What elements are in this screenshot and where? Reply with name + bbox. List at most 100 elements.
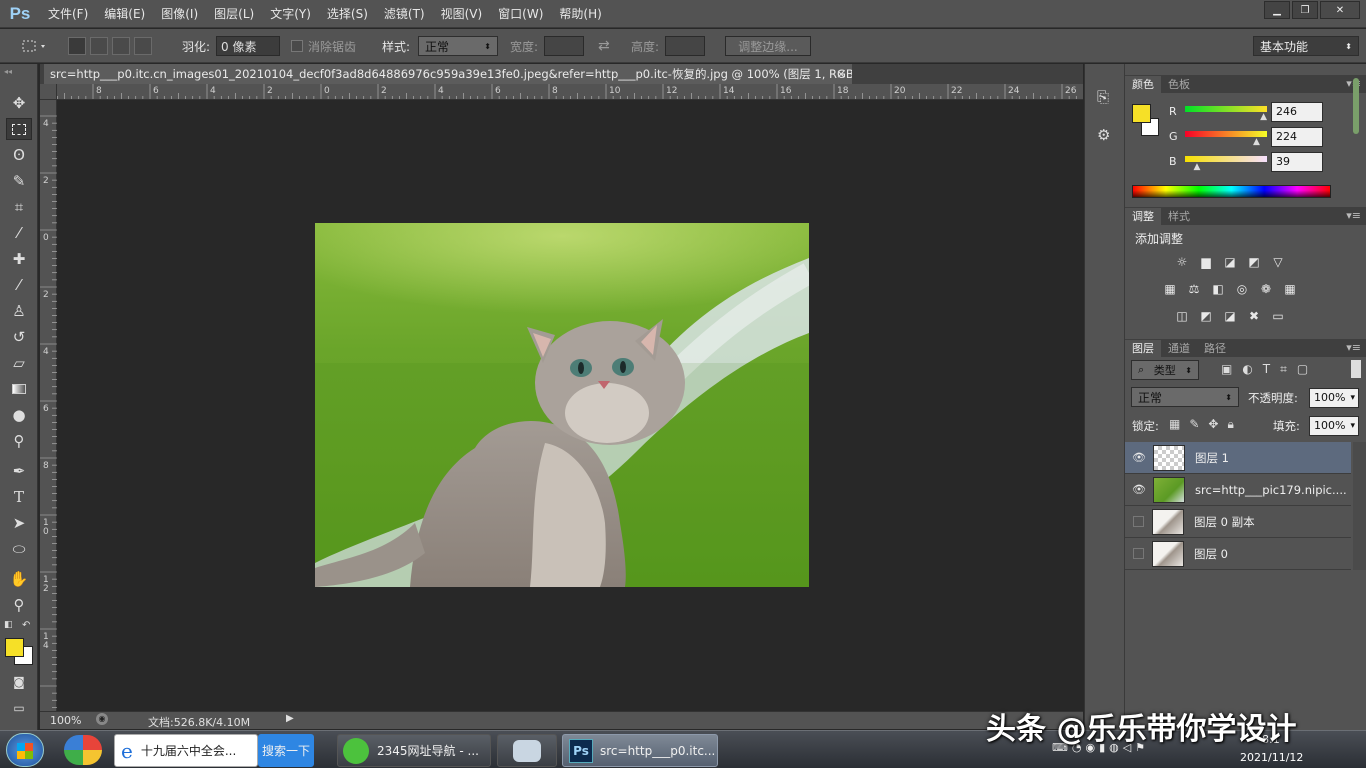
threshold-icon[interactable]: ◪ — [1221, 309, 1239, 323]
quick-select-tool-icon[interactable]: ✎ — [6, 170, 32, 192]
b-input[interactable]: 39 — [1271, 152, 1323, 172]
gradient-map-icon[interactable]: ▭ — [1269, 309, 1287, 323]
minimize-button[interactable]: ▁ — [1264, 1, 1290, 19]
tab-channels[interactable]: 通道 — [1161, 340, 1197, 357]
chevron-down-icon[interactable]: ▾ — [1350, 389, 1355, 407]
properties-panel-icon[interactable]: ⚙ — [1097, 126, 1110, 144]
add-selection-icon[interactable] — [90, 37, 108, 55]
feather-input[interactable]: 0 像素 — [216, 36, 280, 56]
eraser-tool-icon[interactable]: ▱ — [6, 352, 32, 374]
eye-icon[interactable]: 👁︎ — [1125, 483, 1153, 496]
document-tab[interactable]: src=http___p0.itc.cn_images01_20210104_d… — [44, 64, 852, 84]
history-panel-icon[interactable]: ⎘ — [1097, 88, 1109, 106]
invert-icon[interactable]: ◫ — [1173, 309, 1191, 323]
exposure-icon[interactable]: ◩ — [1245, 255, 1263, 269]
brush-tool-icon[interactable]: ⁄ — [6, 274, 32, 296]
marquee-tool-icon[interactable] — [6, 118, 32, 140]
pinned-app-icon[interactable] — [64, 735, 102, 765]
r-slider-thumb[interactable]: ▲ — [1260, 112, 1267, 122]
zoom-tool-icon[interactable]: ⚲ — [6, 594, 32, 616]
menu-layer[interactable]: 图层(L) — [206, 0, 262, 28]
b-slider-thumb[interactable]: ▲ — [1194, 162, 1201, 172]
menu-filter[interactable]: 滤镜(T) — [376, 0, 433, 28]
layer-row[interactable]: 👁︎ 图层 1 — [1125, 442, 1351, 474]
channel-mixer-icon[interactable]: ❁ — [1257, 282, 1275, 296]
antialias-checkbox[interactable] — [291, 40, 303, 52]
quick-mask-icon[interactable]: ◙ — [6, 671, 32, 693]
r-input[interactable]: 246 — [1271, 102, 1323, 122]
color-panel-scrollbar[interactable] — [1353, 78, 1359, 134]
tool-preset-picker[interactable] — [20, 29, 50, 63]
levels-icon[interactable]: ▆ — [1197, 255, 1215, 269]
layer-filter-dropdown[interactable]: ⌕ 类型 ⬍ — [1131, 360, 1199, 380]
ruler-origin[interactable] — [40, 84, 57, 100]
layer-row[interactable]: 图层 0 副本 — [1125, 506, 1351, 538]
clone-stamp-tool-icon[interactable]: ♙ — [6, 300, 32, 322]
height-input[interactable] — [665, 36, 705, 56]
g-input[interactable]: 224 — [1271, 127, 1323, 147]
swap-icon[interactable]: ⇄ — [598, 29, 610, 63]
start-button[interactable] — [6, 733, 44, 767]
task-photoshop[interactable]: Ps src=http___p0.itc... — [562, 734, 718, 767]
crop-tool-icon[interactable]: ⌗ — [6, 196, 32, 218]
brightness-icon[interactable]: ☼ — [1173, 255, 1191, 269]
eyedropper-tool-icon[interactable]: ⁄ — [6, 222, 32, 244]
layer-row[interactable]: 图层 0 — [1125, 538, 1351, 570]
workspace-dropdown[interactable]: 基本功能 ⬍ — [1253, 36, 1359, 56]
posterize-icon[interactable]: ◩ — [1197, 309, 1215, 323]
foreground-color-swatch[interactable] — [1132, 104, 1151, 123]
path-select-tool-icon[interactable]: ➤ — [6, 512, 32, 534]
filter-toggle[interactable] — [1351, 360, 1361, 378]
zoom-level[interactable]: 100% — [50, 714, 81, 727]
status-arrow-icon[interactable]: ▶ — [286, 713, 294, 724]
status-info-icon[interactable]: ◉ — [96, 713, 108, 725]
canvas-area[interactable] — [57, 101, 1083, 711]
selective-color-icon[interactable]: ✖ — [1245, 309, 1263, 323]
layer-row[interactable]: 👁︎ src=http___pic179.nipic.... — [1125, 474, 1351, 506]
eye-icon[interactable]: 👁︎ — [1125, 451, 1153, 464]
search-button[interactable]: 搜索一下 — [258, 734, 314, 767]
move-tool-icon[interactable]: ✥ — [6, 92, 32, 114]
color-lookup-icon[interactable]: ▦ — [1281, 282, 1299, 296]
g-slider-thumb[interactable]: ▲ — [1253, 137, 1260, 147]
opacity-input[interactable]: 100% ▾ — [1309, 388, 1359, 408]
type-tool-icon[interactable]: T — [6, 486, 32, 508]
hue-sat-icon[interactable]: ▦ — [1161, 282, 1179, 296]
collapse-icon[interactable]: ◂◂ — [4, 67, 12, 76]
tab-styles[interactable]: 样式 — [1161, 208, 1197, 225]
task-2345[interactable]: 2345网址导航 - ... — [337, 734, 491, 767]
tab-close-icon[interactable]: × — [836, 64, 846, 84]
restore-button[interactable]: ❐ — [1292, 1, 1318, 19]
lock-icons[interactable]: ▦✎✥🔒︎ — [1169, 417, 1243, 432]
menu-type[interactable]: 文字(Y) — [262, 0, 319, 28]
menu-window[interactable]: 窗口(W) — [490, 0, 551, 28]
spot-heal-tool-icon[interactable]: ✚ — [6, 248, 32, 270]
screen-mode-icon[interactable]: ▭ — [6, 697, 32, 719]
subtract-selection-icon[interactable] — [112, 37, 130, 55]
tab-adjustments[interactable]: 调整 — [1125, 208, 1161, 225]
fill-input[interactable]: 100% ▾ — [1309, 416, 1359, 436]
bw-icon[interactable]: ◧ — [1209, 282, 1227, 296]
r-slider[interactable] — [1185, 106, 1267, 112]
refine-edge-button[interactable]: 调整边缘... — [725, 36, 811, 56]
panel-menu-icon[interactable]: ▾≡ — [1346, 209, 1361, 222]
hand-tool-icon[interactable]: ✋ — [6, 568, 32, 590]
task-app[interactable] — [497, 734, 557, 767]
tab-color[interactable]: 颜色 — [1125, 76, 1161, 93]
panel-menu-icon[interactable]: ▾≡ — [1346, 341, 1361, 354]
blur-tool-icon[interactable]: ● — [6, 404, 32, 426]
ellipse-tool-icon[interactable]: ⬭ — [6, 538, 32, 560]
dodge-tool-icon[interactable]: ⚲ — [6, 430, 32, 452]
layer-filter-icons[interactable]: ▣◐T⌗▢ — [1221, 362, 1318, 377]
pen-tool-icon[interactable]: ✒ — [6, 460, 32, 482]
width-input[interactable] — [544, 36, 584, 56]
color-spectrum-bar[interactable] — [1132, 185, 1331, 198]
vibrance-icon[interactable]: ▽ — [1269, 255, 1287, 269]
menu-select[interactable]: 选择(S) — [319, 0, 376, 28]
gradient-tool-icon[interactable] — [6, 378, 32, 400]
task-ie[interactable]: e 十九届六中全会... — [114, 734, 258, 767]
visibility-toggle[interactable] — [1133, 516, 1144, 527]
menu-help[interactable]: 帮助(H) — [551, 0, 609, 28]
menu-view[interactable]: 视图(V) — [433, 0, 491, 28]
layers-scrollbar[interactable] — [1353, 442, 1366, 570]
